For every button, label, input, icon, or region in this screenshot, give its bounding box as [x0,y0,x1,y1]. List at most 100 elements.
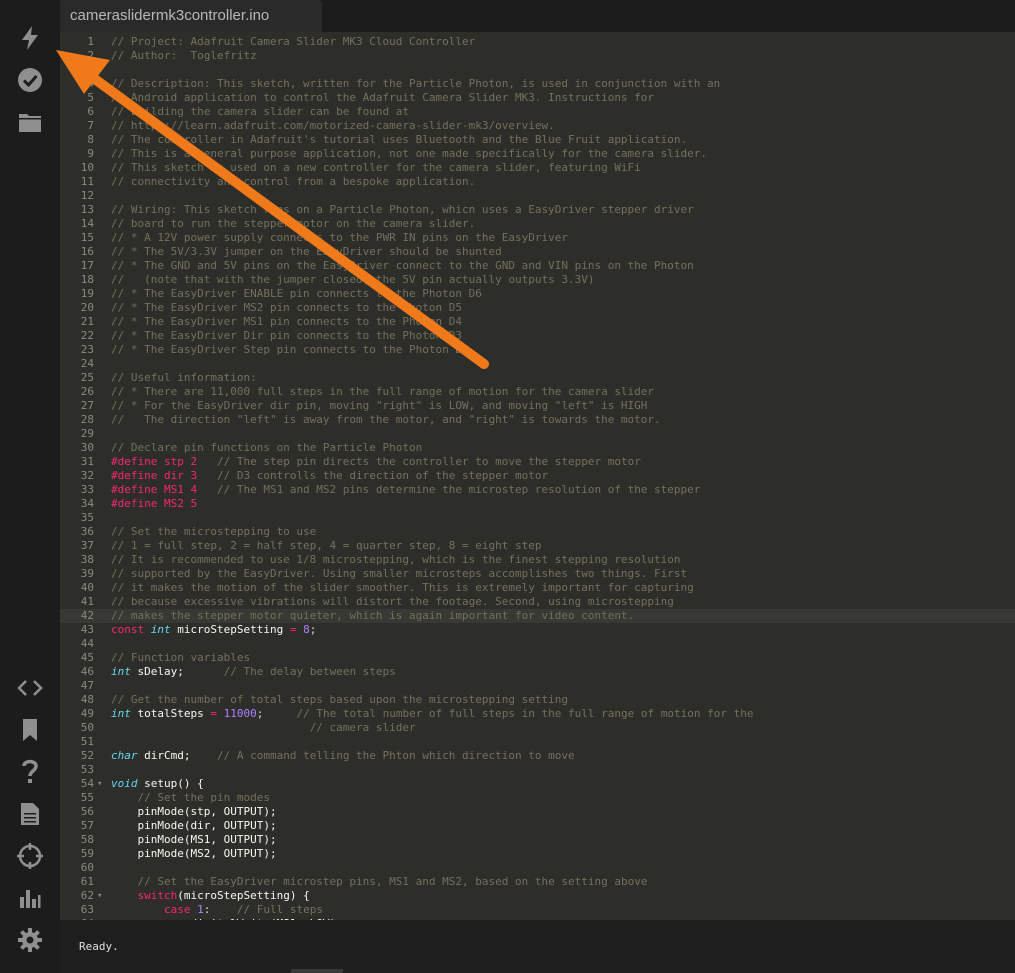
code-line[interactable]: 61 // Set the EasyDriver microstep pins,… [60,875,1015,889]
verify-icon[interactable] [14,64,46,96]
code-line[interactable]: 28 // The direction "left" is away from t… [60,413,1015,427]
code-lines[interactable]: 1 // Project: Adafruit Camera Slider MK3 … [60,35,1015,920]
line-number: 5 [87,91,94,104]
console-icon[interactable] [14,882,46,914]
code-line[interactable]: 23 // * The EasyDriver Step pin connects … [60,343,1015,357]
code-token: #define MS2 5 [111,497,198,510]
code-line[interactable]: 48 // Get the number of total steps based… [60,693,1015,707]
code-line[interactable]: 40 // it makes the motion of the slider s… [60,581,1015,595]
code-line[interactable]: 54 ▾ void setup() { [60,777,1015,791]
code-line[interactable]: 32 #define dir 3 // D3 controlls the dire… [60,469,1015,483]
code-line[interactable]: 42 // makes the stepper motor quieter, wh… [60,609,1015,623]
code-line[interactable]: 10 // This sketch is used on a new contro… [60,161,1015,175]
line-number: 46 [80,665,94,678]
code-line[interactable]: 3 [60,63,1015,77]
libraries-icon[interactable] [14,714,46,746]
code-token: // camera slider [309,721,416,734]
line-number: 14 [80,217,94,230]
code-line[interactable]: 4 // Description: This sketch, written fo… [60,77,1015,91]
code-line[interactable]: 33 #define MS1 4 // The MS1 and MS2 pins … [60,483,1015,497]
code-text: // (note that with the jumper closed, th… [111,273,594,287]
line-number: 27 [80,399,94,412]
code-line[interactable]: 17 // * The GND and 5V pins on the EasyDr… [60,259,1015,273]
file-tab[interactable]: cameraslidermk3controller.ino [60,0,322,32]
devices-icon[interactable] [14,840,46,872]
code-line[interactable]: 41 // because excessive vibrations will d… [60,595,1015,609]
code-line[interactable]: 46 int sDelay; // The delay between steps [60,665,1015,679]
code-line[interactable]: 50 // camera slider [60,721,1015,735]
code-line[interactable]: 25 // Useful information: [60,371,1015,385]
code-line[interactable]: 36 // Set the microstepping to use [60,525,1015,539]
code-line[interactable]: 55 // Set the pin modes [60,791,1015,805]
code-token: // Set the EasyDriver microstep pins, MS… [137,875,648,888]
code-line[interactable]: 47 [60,679,1015,693]
horizontal-scrollbar[interactable] [291,969,343,973]
code-line[interactable]: 1 // Project: Adafruit Camera Slider MK3 … [60,35,1015,49]
code-line[interactable]: 44 [60,637,1015,651]
code-line[interactable]: 19 // * The EasyDriver ENABLE pin connect… [60,287,1015,301]
code-line[interactable]: 16 // * The 5V/3.3V jumper on the EasyDri… [60,245,1015,259]
code-line[interactable]: 43 const int microStepSetting = 8; [60,623,1015,637]
code-line[interactable]: 2 // Author: Toglefritz [60,49,1015,63]
code-text: // Useful information: [111,371,257,385]
code-text: // Wiring: This sketch runs on a Particl… [111,203,694,217]
code-line[interactable]: 37 // 1 = full step, 2 = half step, 4 = q… [60,539,1015,553]
status-text: Ready. [79,940,119,953]
fold-toggle-icon[interactable]: ▾ [97,777,102,791]
code-line[interactable]: 18 // (note that with the jumper closed, … [60,273,1015,287]
code-line[interactable]: 57 pinMode(dir, OUTPUT); [60,819,1015,833]
settings-icon[interactable] [14,924,46,956]
code-line[interactable]: 62 ▾ switch(microStepSetting) { [60,889,1015,903]
code-line[interactable]: 52 char dirCmd; // A command telling the … [60,749,1015,763]
code-line[interactable]: 24 [60,357,1015,371]
code-line[interactable]: 14 // board to run the stepper motor on t… [60,217,1015,231]
code-line[interactable]: 63 case 1: // Full steps [60,903,1015,917]
code-line[interactable]: 45 // Function variables [60,651,1015,665]
code-text: pinMode(MS2, OUTPUT); [111,847,276,861]
code-line[interactable]: 11 // connectivity and control from a bes… [60,175,1015,189]
code-line[interactable]: 38 // It is recommended to use 1/8 micros… [60,553,1015,567]
code-line[interactable]: 20 // * The EasyDriver MS2 pin connects t… [60,301,1015,315]
code-line[interactable]: 9 // This is a general purpose applicatio… [60,147,1015,161]
code-line[interactable]: 30 // Declare pin functions on the Partic… [60,441,1015,455]
code-token: switch [137,889,178,902]
code-line[interactable]: 27 // * For the EasyDriver dir pin, movin… [60,399,1015,413]
code-line[interactable]: 6 // building the camera slider can be fo… [60,105,1015,119]
code-line[interactable]: 51 [60,735,1015,749]
code-line[interactable]: 53 [60,763,1015,777]
code-line[interactable]: 26 // * There are 11,000 full steps in th… [60,385,1015,399]
code-line[interactable]: 5 // Android application to control the A… [60,91,1015,105]
code-line[interactable]: 29 [60,427,1015,441]
code-line[interactable]: 58 pinMode(MS1, OUTPUT); [60,833,1015,847]
code-line[interactable]: 60 [60,861,1015,875]
files-icon[interactable] [14,106,46,138]
line-number: 1 [87,35,94,48]
code-icon[interactable] [14,672,46,704]
code-line[interactable]: 7 // https://learn.adafruit.com/motorized… [60,119,1015,133]
code-text: // Android application to control the Ad… [111,91,654,105]
code-line[interactable]: 22 // * The EasyDriver Dir pin connects t… [60,329,1015,343]
code-line[interactable]: 39 // supported by the EasyDriver. Using … [60,567,1015,581]
code-line[interactable]: 35 [60,511,1015,525]
code-line[interactable]: 15 // * A 12V power supply connects to th… [60,231,1015,245]
code-text: void setup() { [111,777,204,791]
code-text: // Declare pin functions on the Particle… [111,441,422,455]
line-number: 49 [80,707,94,720]
code-line[interactable]: 13 // Wiring: This sketch runs on a Parti… [60,203,1015,217]
code-editor[interactable]: 1 // Project: Adafruit Camera Slider MK3 … [60,32,1015,920]
flash-icon[interactable] [14,22,46,54]
code-line[interactable]: 56 pinMode(stp, OUTPUT); [60,805,1015,819]
code-line[interactable]: 34 #define MS2 5 [60,497,1015,511]
docs-icon[interactable] [14,798,46,830]
help-icon[interactable] [14,756,46,788]
code-line[interactable]: 21 // * The EasyDriver MS1 pin connects t… [60,315,1015,329]
code-line[interactable]: 8 // The controller in Adafruit's tutoria… [60,133,1015,147]
code-token: // supported by the EasyDriver. Using sm… [111,567,688,580]
code-line[interactable]: 49 int totalSteps = 11000; // The total n… [60,707,1015,721]
fold-toggle-icon[interactable]: ▾ [97,889,102,903]
code-line[interactable]: 59 pinMode(MS2, OUTPUT); [60,847,1015,861]
line-number: 31 [80,455,94,468]
code-line[interactable]: 12 [60,189,1015,203]
code-line[interactable]: 31 #define stp 2 // The step pin directs … [60,455,1015,469]
